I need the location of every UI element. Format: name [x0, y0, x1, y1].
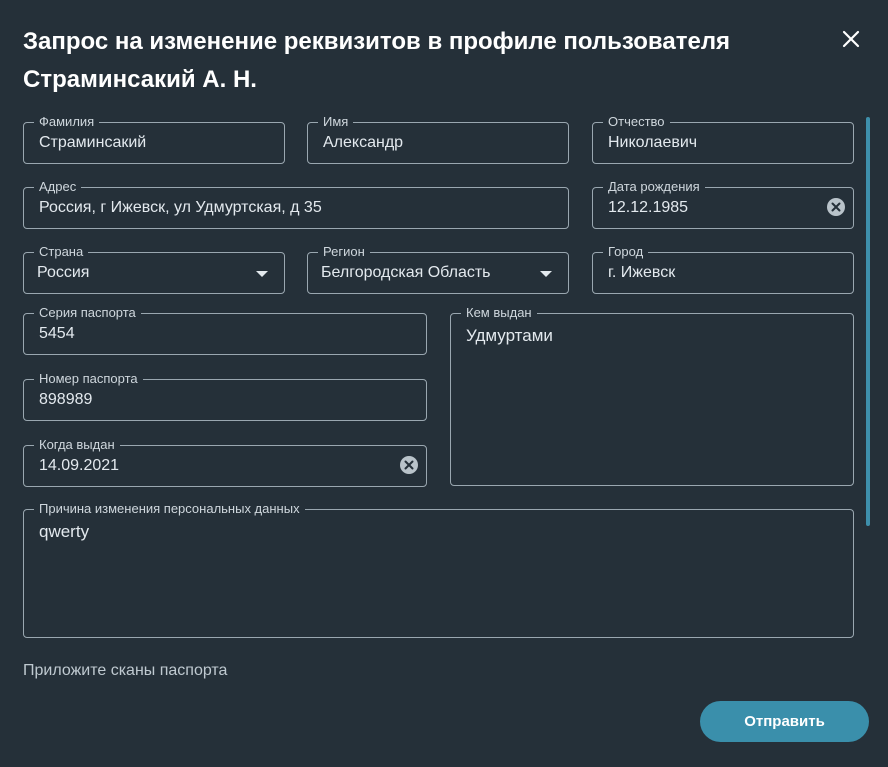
passport-number-label: Номер паспорта: [34, 371, 143, 387]
region-value: Белгородская Область: [321, 264, 491, 281]
close-button[interactable]: [838, 26, 864, 52]
country-select[interactable]: Страна Россия: [23, 244, 285, 294]
chevron-down-icon[interactable]: [256, 271, 268, 277]
reason-label: Причина изменения персональных данных: [34, 501, 305, 517]
chevron-down-icon[interactable]: [540, 271, 552, 277]
scrollbar[interactable]: [866, 117, 870, 526]
clear-issue-date-button[interactable]: [400, 456, 418, 474]
issue-date-label: Когда выдан: [34, 437, 120, 453]
issue-date-value: 14.09.2021: [39, 457, 120, 474]
issued-by-textarea[interactable]: Кем выдан Удмуртами: [450, 305, 854, 486]
surname-field[interactable]: Фамилия Страминсакий: [23, 114, 285, 164]
city-field[interactable]: Город г. Ижевск: [592, 244, 854, 294]
name-value: Александр: [323, 134, 404, 151]
passport-series-value: 5454: [39, 325, 75, 342]
address-field[interactable]: Адрес Россия, г Ижевск, ул Удмуртская, д…: [23, 179, 569, 229]
city-label: Город: [603, 244, 649, 260]
birth-date-field[interactable]: Дата рождения 12.12.1985: [592, 179, 854, 229]
reason-textarea[interactable]: Причина изменения персональных данных qw…: [23, 501, 854, 638]
clear-icon: [404, 460, 414, 470]
name-label: Имя: [318, 114, 354, 130]
region-select[interactable]: Регион Белгородская Область: [307, 244, 569, 294]
attach-scans-text: Приложите сканы паспорта: [23, 662, 228, 679]
address-value: Россия, г Ижевск, ул Удмуртская, д 35: [39, 199, 322, 216]
submit-button[interactable]: Отправить: [700, 701, 869, 742]
clear-icon: [831, 202, 841, 212]
passport-number-value: 898989: [39, 391, 93, 408]
region-label: Регион: [318, 244, 370, 260]
patronymic-field[interactable]: Отчество Николаевич: [592, 114, 854, 164]
city-value: г. Ижевск: [608, 264, 676, 281]
clear-birth-date-button[interactable]: [827, 198, 845, 216]
birth-date-value: 12.12.1985: [608, 199, 689, 216]
edit-profile-dialog: Запрос на изменение реквизитов в профиле…: [0, 0, 888, 767]
address-label: Адрес: [34, 179, 82, 195]
issue-date-field[interactable]: Когда выдан 14.09.2021: [23, 437, 427, 487]
birth-date-label: Дата рождения: [603, 179, 705, 195]
country-value: Россия: [37, 264, 90, 281]
close-icon: [842, 30, 860, 48]
reason-value: qwerty: [39, 522, 90, 541]
passport-series-label: Серия паспорта: [34, 305, 141, 321]
issued-by-value: Удмуртами: [466, 326, 553, 345]
name-field[interactable]: Имя Александр: [307, 114, 569, 164]
surname-label: Фамилия: [34, 114, 100, 130]
patronymic-value: Николаевич: [608, 134, 698, 151]
surname-value: Страминсакий: [39, 134, 147, 151]
patronymic-label: Отчество: [603, 114, 670, 130]
passport-series-field[interactable]: Серия паспорта 5454: [23, 305, 427, 355]
issued-by-label: Кем выдан: [461, 305, 537, 321]
passport-number-field[interactable]: Номер паспорта 898989: [23, 371, 427, 421]
dialog-title: Запрос на изменение реквизитов в профиле…: [23, 28, 731, 93]
country-label: Страна: [34, 244, 89, 260]
